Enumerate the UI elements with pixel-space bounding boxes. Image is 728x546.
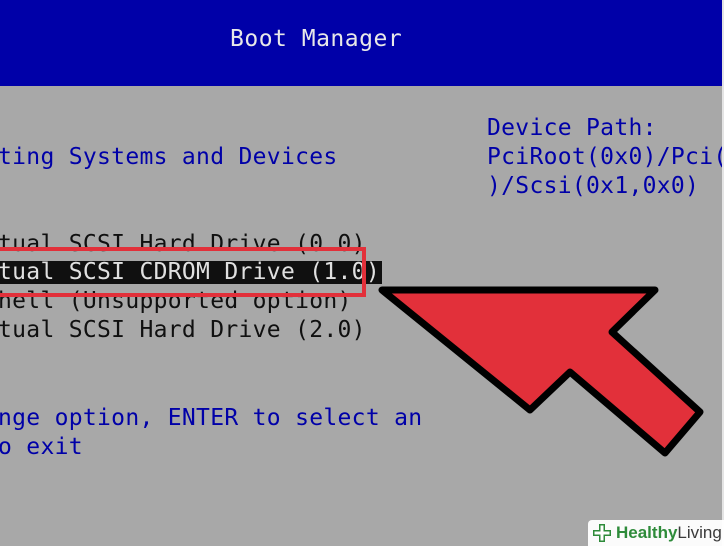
screenshot: Boot Manager ting Systems and Devices tu… (0, 0, 728, 546)
watermark-brand-rest: Living (677, 523, 722, 542)
watermark: HealthyLiving (588, 520, 728, 546)
watermark-brand-bold: Healthy (616, 523, 678, 542)
healthy-living-logo-icon (593, 524, 611, 542)
watermark-text: HealthyLiving (616, 523, 722, 543)
red-arrow-icon (378, 286, 704, 457)
